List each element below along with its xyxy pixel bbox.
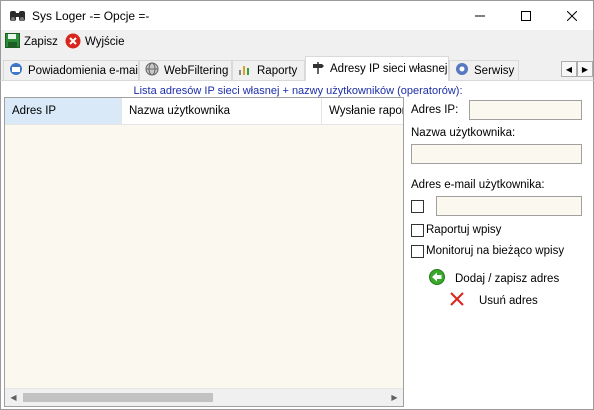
signpost-icon	[311, 61, 325, 78]
list-header: Adres IP Nazwa użytkownika Wysłanie rapo…	[5, 98, 403, 125]
tab-own-network-ip[interactable]: Adresy IP sieci własnej	[305, 56, 449, 81]
save-label: Zapisz	[24, 36, 58, 48]
report-entries-label[interactable]: Raportuj wpisy	[426, 224, 501, 236]
report-entries-checkbox[interactable]	[411, 224, 424, 237]
ip-address-input[interactable]	[469, 100, 582, 120]
globe-icon	[145, 62, 159, 79]
toolbar: Zapisz Wyjście	[0, 30, 594, 54]
add-address-button[interactable]: Dodaj / zapisz adres	[429, 269, 559, 288]
maximize-button[interactable]	[503, 1, 549, 31]
exit-button[interactable]: Wyjście	[65, 33, 125, 51]
scrollbar-thumb[interactable]	[23, 393, 213, 402]
email-input[interactable]	[436, 196, 582, 216]
save-button[interactable]: Zapisz	[5, 33, 58, 51]
chart-icon	[238, 62, 252, 79]
minimize-button[interactable]	[457, 1, 503, 31]
tab-label: WebFiltering	[164, 64, 229, 77]
title-bar: Sys Loger -= Opcje =-	[0, 0, 594, 30]
email-label: Adres e-mail użytkownika:	[411, 179, 545, 191]
delete-address-label: Usuń adres	[479, 294, 538, 307]
tab-webfiltering[interactable]: WebFiltering	[139, 60, 232, 80]
column-header-username[interactable]: Nazwa użytkownika	[122, 98, 322, 124]
horizontal-scrollbar[interactable]: ◀ ▶	[5, 388, 403, 406]
username-input[interactable]	[411, 144, 582, 164]
delete-address-button[interactable]: Usuń adres	[449, 291, 538, 310]
ip-address-list[interactable]: Adres IP Nazwa użytkownika Wysłanie rapo…	[4, 97, 404, 407]
column-header-ip[interactable]: Adres IP	[5, 98, 122, 124]
tab-scroll-left-button[interactable]: ◀	[561, 61, 577, 77]
scroll-right-icon[interactable]: ▶	[386, 389, 403, 406]
username-label: Nazwa użytkownika:	[411, 127, 516, 139]
tab-label: Powiadomienia e-mail	[28, 64, 139, 77]
tab-email-notifications[interactable]: Powiadomienia e-mail	[3, 60, 139, 80]
exit-label: Wyjście	[85, 36, 125, 48]
window-title: Sys Loger -= Opcje =-	[32, 9, 150, 23]
exit-icon	[65, 33, 81, 52]
column-header-send-report[interactable]: Wysłanie raport	[322, 98, 403, 124]
green-arrow-icon	[429, 269, 445, 288]
add-address-label: Dodaj / zapisz adres	[455, 272, 560, 285]
list-caption: Lista adresów IP sieci własnej + nazwy u…	[133, 85, 463, 97]
red-x-icon	[449, 291, 465, 310]
scroll-left-icon[interactable]: ◀	[5, 389, 22, 406]
binoculars-icon	[9, 8, 26, 24]
tab-label: Adresy IP sieci własnej	[330, 63, 448, 75]
tab-label: Serwisy	[474, 64, 515, 77]
monitor-live-checkbox[interactable]	[411, 245, 424, 258]
ip-label: Adres IP:	[411, 104, 459, 116]
tab-strip: Powiadomienia e-mail WebFiltering Raport…	[0, 54, 594, 81]
monitor-live-label[interactable]: Monitoruj na bieżąco wpisy	[426, 245, 564, 257]
tab-services[interactable]: Serwisy	[449, 60, 519, 80]
tab-label: Raporty	[257, 64, 298, 77]
email-checkbox[interactable]	[411, 200, 424, 213]
services-icon	[455, 62, 469, 79]
close-button[interactable]	[549, 1, 594, 31]
user-form: Adres IP: Nazwa użytkownika: Adres e-mai…	[405, 97, 590, 407]
tab-reports[interactable]: Raporty	[232, 60, 305, 80]
email-icon	[9, 62, 23, 79]
tab-scroll-arrows: ◀ ▶	[561, 61, 593, 77]
tab-scroll-right-button[interactable]: ▶	[577, 61, 593, 77]
floppy-disk-icon	[5, 33, 20, 51]
